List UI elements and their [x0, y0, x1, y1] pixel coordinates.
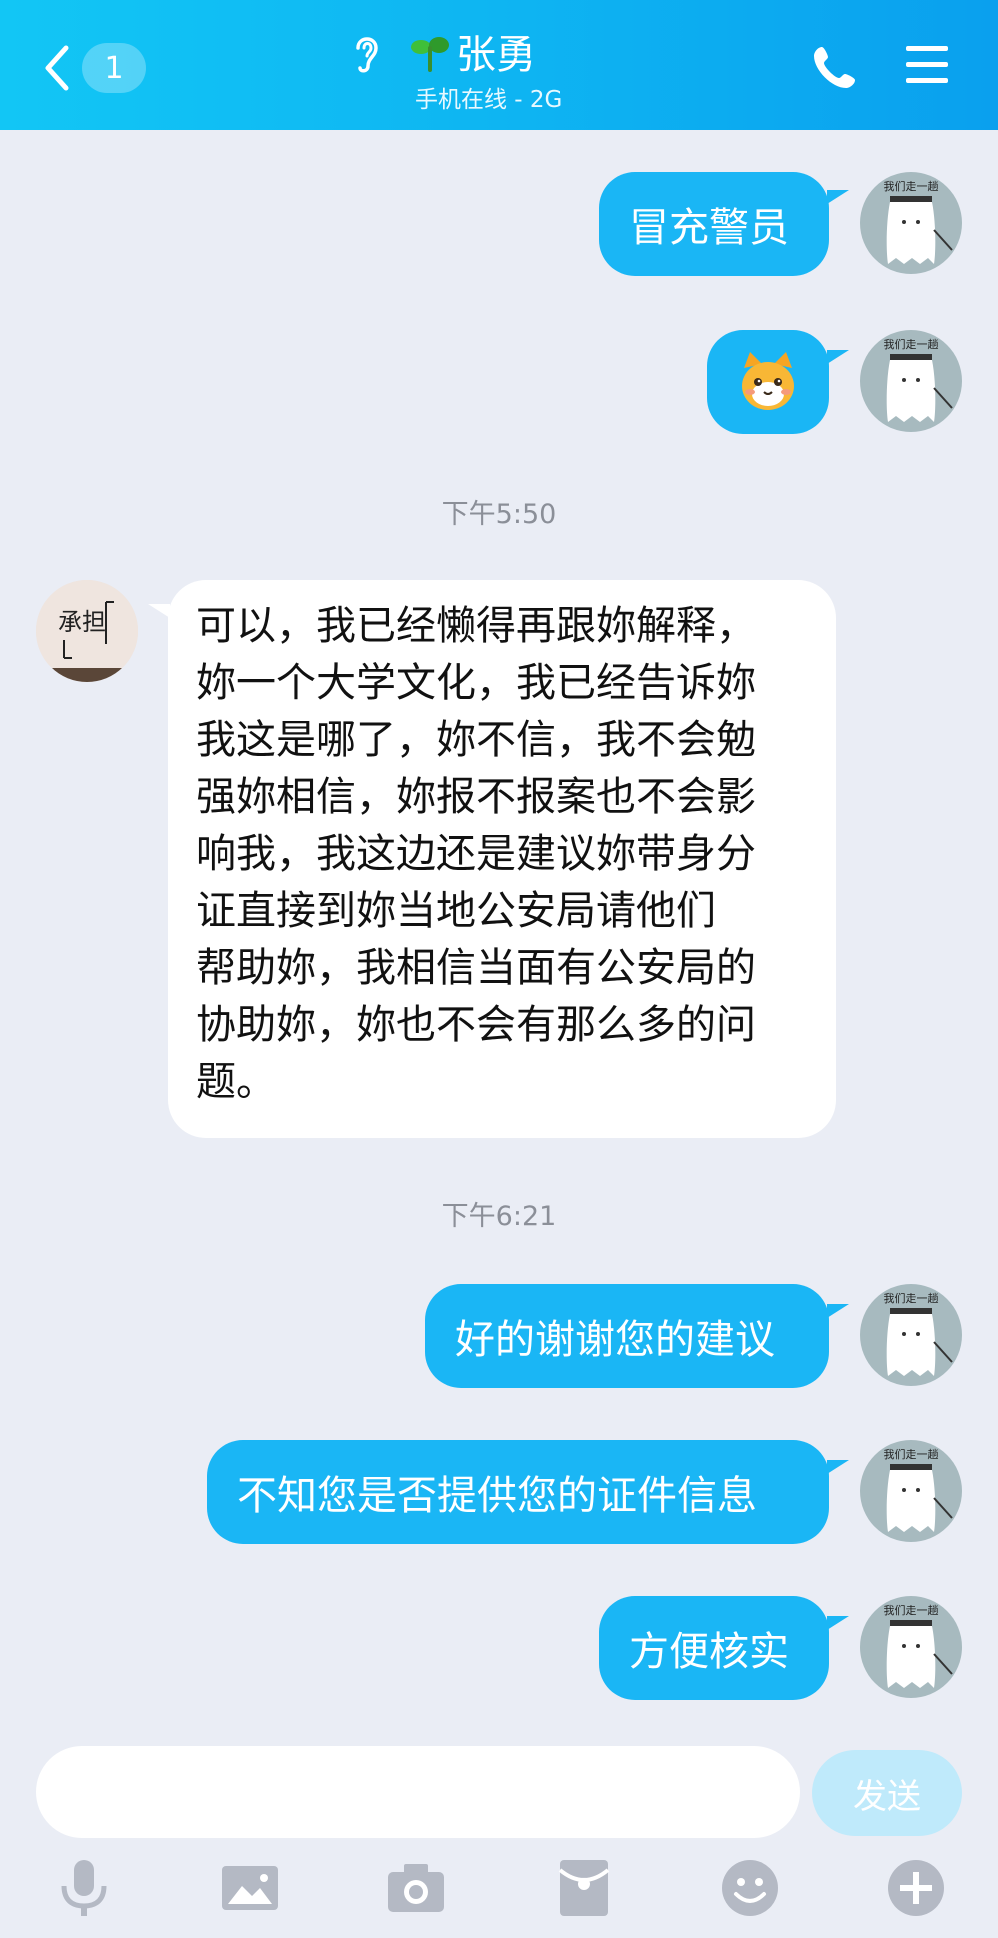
back-chevron-icon — [45, 45, 69, 91]
sprout-icon — [411, 37, 449, 72]
peer-avatar[interactable]: 承担 — [36, 580, 138, 682]
online-status: 手机在线 - 2G — [415, 87, 563, 113]
outgoing-message[interactable]: 好的谢谢您的建议 — [425, 1284, 829, 1388]
back-button[interactable]: 1 — [38, 40, 148, 96]
microphone-icon[interactable] — [52, 1856, 116, 1920]
outgoing-message[interactable]: 冒充警员 — [599, 172, 829, 276]
outgoing-message[interactable]: 不知您是否提供您的证件信息 — [207, 1440, 829, 1544]
message-text: 可以，我已经懒得再跟妳解释， 妳一个大学文化，我已经告诉妳 我这是哪了，妳不信，… — [196, 603, 756, 1105]
bubble-tail — [827, 1616, 849, 1630]
ear-icon[interactable] — [350, 30, 382, 76]
bubble-tail — [827, 350, 849, 364]
unread-badge: 1 — [82, 43, 146, 93]
phone-icon[interactable] — [812, 44, 858, 90]
message-text: 方便核实 — [629, 1629, 789, 1675]
self-avatar[interactable]: 我们走一趟 — [860, 1596, 962, 1698]
send-button[interactable]: 发送 — [812, 1750, 962, 1836]
self-avatar[interactable]: 我们走一趟 — [860, 330, 962, 432]
red-packet-icon[interactable] — [552, 1856, 616, 1920]
avatar-caption: 我们走一趟 — [884, 337, 939, 351]
timestamp: 下午6:21 — [441, 1201, 557, 1232]
message-text: 好的谢谢您的建议 — [455, 1317, 775, 1363]
avatar-caption: 我们走一趟 — [884, 1291, 939, 1305]
bubble-tail — [827, 1460, 849, 1474]
bubble-tail — [148, 604, 170, 618]
emoji-icon[interactable] — [718, 1856, 782, 1920]
bubble-tail — [827, 190, 849, 204]
bubble-tail — [827, 1304, 849, 1318]
outgoing-sticker-message[interactable] — [707, 330, 829, 434]
cat-face-emoji-icon — [742, 352, 794, 410]
timestamp: 下午5:50 — [441, 499, 557, 530]
avatar-caption: 我们走一趟 — [884, 1603, 939, 1617]
message-text: 冒充警员 — [629, 205, 789, 251]
menu-icon[interactable] — [904, 44, 950, 86]
contact-name: 张勇 — [456, 32, 536, 78]
incoming-message[interactable]: 可以，我已经懒得再跟妳解释， 妳一个大学文化，我已经告诉妳 我这是哪了，妳不信，… — [168, 580, 836, 1138]
message-input[interactable] — [36, 1746, 800, 1838]
avatar-caption: 我们走一趟 — [884, 1447, 939, 1461]
avatar-caption: 我们走一趟 — [884, 179, 939, 193]
outgoing-message[interactable]: 方便核实 — [599, 1596, 829, 1700]
chat-header: 1 张勇 手机在线 - 2G — [0, 0, 998, 130]
self-avatar[interactable]: 我们走一趟 — [860, 1284, 962, 1386]
self-avatar[interactable]: 我们走一趟 — [860, 172, 962, 274]
image-icon[interactable] — [218, 1856, 282, 1920]
camera-icon[interactable] — [384, 1856, 448, 1920]
avatar-caption: 承担 — [58, 608, 106, 636]
message-text: 不知您是否提供您的证件信息 — [237, 1473, 757, 1519]
plus-icon[interactable] — [884, 1856, 948, 1920]
self-avatar[interactable]: 我们走一趟 — [860, 1440, 962, 1542]
